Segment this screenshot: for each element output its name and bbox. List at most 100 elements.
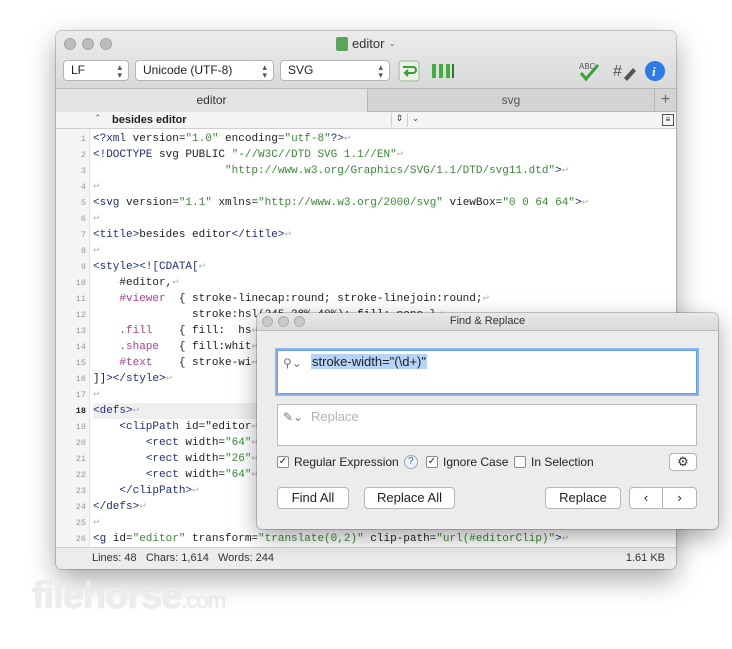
find-field[interactable]: ⚲⌄ stroke-width="(\d+)"	[277, 350, 697, 394]
code-line[interactable]: ↩	[93, 515, 100, 531]
code-line[interactable]: <rect width="26"↩	[93, 451, 258, 467]
status-bar: Lines: 48 Chars: 1,614 Words: 244 1.61 K…	[56, 547, 676, 569]
encoding-popup[interactable]: Unicode (UTF-8) ▴ ▾	[135, 60, 274, 81]
find-all-button[interactable]: Find All	[277, 487, 349, 509]
regex-option[interactable]: ✓ Regular Expression ?	[277, 455, 418, 469]
regex-label: Regular Expression	[294, 455, 399, 469]
outline-popup-arrows-icon[interactable]: ⇕	[391, 113, 407, 127]
gear-icon[interactable]: ⚙	[669, 453, 697, 471]
color-picker-icon[interactable]: #	[612, 60, 638, 82]
in-selection-checkbox[interactable]	[514, 456, 526, 468]
line-number: 13	[75, 326, 86, 336]
line-number: 23	[75, 486, 86, 496]
line-number: 18	[75, 406, 86, 416]
in-selection-label: In Selection	[531, 455, 594, 469]
pencil-icon[interactable]: ✎⌄	[283, 410, 303, 424]
watermark-brand: filehorse	[32, 575, 182, 617]
window-title[interactable]: editor ⌄	[56, 36, 676, 51]
line-number: 16	[75, 374, 86, 384]
code-line[interactable]: .shape { fill:whit↩	[93, 339, 258, 355]
code-line[interactable]: <svg version="1.1" xmlns="http://www.w3.…	[93, 195, 588, 211]
code-line[interactable]: "http://www.w3.org/Graphics/SVG/1.1/DTD/…	[93, 163, 568, 179]
outline-title[interactable]: besides editor	[112, 114, 187, 126]
split-menu-icon[interactable]: ≡	[662, 114, 674, 126]
in-selection-option[interactable]: In Selection	[514, 455, 594, 469]
word-count: Words: 244	[217, 552, 275, 564]
code-line[interactable]: </defs>↩	[93, 499, 146, 515]
panel-close-button[interactable]	[262, 316, 273, 327]
encoding-value: Unicode (UTF-8)	[143, 63, 233, 77]
ignore-case-option[interactable]: ✓ Ignore Case	[426, 455, 508, 469]
navigation-bar: ⌃ besides editor ⇕ ⌄ ≡	[56, 112, 676, 129]
code-line[interactable]: <rect width="64"↩	[93, 467, 258, 483]
line-number: 20	[75, 438, 86, 448]
code-line[interactable]: <rect width="64"↩	[93, 435, 258, 451]
document-stats: Lines: 48 Chars: 1,614 Words: 244	[92, 552, 274, 564]
code-line[interactable]: ↩	[93, 211, 100, 227]
search-history-icon[interactable]: ⚲⌄	[283, 356, 302, 370]
code-line[interactable]: .fill { fill: hs↩	[93, 323, 258, 339]
replace-all-button[interactable]: Replace All	[364, 487, 455, 509]
code-line[interactable]: <?xml version="1.0" encoding="utf-8"?>↩	[93, 131, 351, 147]
syntax-value: SVG	[288, 63, 314, 77]
invisibles-icon[interactable]	[430, 60, 456, 82]
wrap-lines-icon[interactable]	[398, 60, 420, 82]
chevron-up-icon[interactable]: ⌃	[94, 113, 102, 124]
line-number: 10	[75, 278, 86, 288]
line-number: 4	[80, 182, 86, 192]
add-tab-button[interactable]: +	[654, 89, 676, 112]
code-line[interactable]: </clipPath>↩	[93, 483, 198, 499]
line-number: 1	[80, 134, 86, 144]
watermark-logo: filehorse.com	[32, 575, 226, 618]
tab-svg[interactable]: svg	[367, 89, 654, 112]
code-line[interactable]: <!DOCTYPE svg PUBLIC "-//W3C//DTD SVG 1.…	[93, 147, 403, 163]
chevron-down-icon[interactable]: ⌄	[407, 113, 423, 127]
line-number: 2	[80, 150, 86, 160]
line-number: 12	[75, 310, 86, 320]
code-line[interactable]: ↩	[93, 243, 100, 259]
syntax-popup[interactable]: SVG ▴ ▾	[280, 60, 390, 81]
find-previous-button[interactable]: ‹	[629, 487, 663, 509]
code-line[interactable]: #viewer { stroke-linecap:round; stroke-l…	[93, 291, 489, 307]
line-number: 3	[80, 166, 86, 176]
line-ending-popup[interactable]: LF ▴ ▾	[63, 60, 129, 81]
line-number: 22	[75, 470, 86, 480]
panel-minimize-button[interactable]	[278, 316, 289, 327]
line-number: 8	[80, 246, 86, 256]
line-number: 7	[80, 230, 86, 240]
line-number: 15	[75, 358, 86, 368]
code-line[interactable]: ]]></style>↩	[93, 371, 172, 387]
code-line[interactable]: ↩	[93, 387, 100, 403]
spellcheck-icon[interactable]: ABC	[577, 60, 605, 82]
code-line[interactable]: #editor,↩	[93, 275, 178, 291]
line-number: 25	[75, 518, 86, 528]
find-panel-title: Find & Replace	[449, 315, 526, 327]
tab-editor[interactable]: editor	[56, 89, 367, 112]
chevron-down-icon: ⌄	[388, 38, 397, 48]
panel-zoom-button[interactable]	[294, 316, 305, 327]
line-number-gutter: 1 2 3 4 5 6 7 8 9 10 11 12 13 14 15 16 17 18 19 20 21 22 23 24 2…	[56, 129, 90, 547]
code-line[interactable]: #text { stroke-wi↩	[93, 355, 258, 371]
code-line[interactable]: <title>besides editor</title>↩	[93, 227, 291, 243]
line-number: 26	[75, 534, 86, 544]
code-line[interactable]: <clipPath id="editor↩	[93, 419, 258, 435]
help-icon[interactable]: ?	[403, 455, 418, 469]
line-number: 9	[80, 262, 86, 272]
replace-field[interactable]: ✎⌄ Replace	[277, 404, 697, 446]
updown-arrows-icon: ▴ ▾	[117, 62, 122, 80]
char-count: Chars: 1,614	[145, 552, 209, 564]
regex-checkbox[interactable]: ✓	[277, 456, 289, 468]
code-line[interactable]: ↩	[93, 179, 100, 195]
replace-button[interactable]: Replace	[545, 487, 621, 509]
document-icon	[335, 36, 348, 51]
updown-arrows-icon: ▴ ▾	[262, 62, 267, 80]
code-line[interactable]: <g id="editor" transform="translate(0,2)…	[93, 531, 568, 547]
line-number: 17	[75, 390, 86, 400]
info-icon[interactable]: i	[644, 60, 666, 82]
svg-text:#: #	[613, 63, 622, 80]
code-line[interactable]: <style><![CDATA[↩	[93, 259, 205, 275]
ignore-case-checkbox[interactable]: ✓	[426, 456, 438, 468]
replace-placeholder: Replace	[311, 409, 359, 424]
find-next-button[interactable]: ›	[662, 487, 697, 509]
panel-window-controls	[262, 316, 305, 327]
